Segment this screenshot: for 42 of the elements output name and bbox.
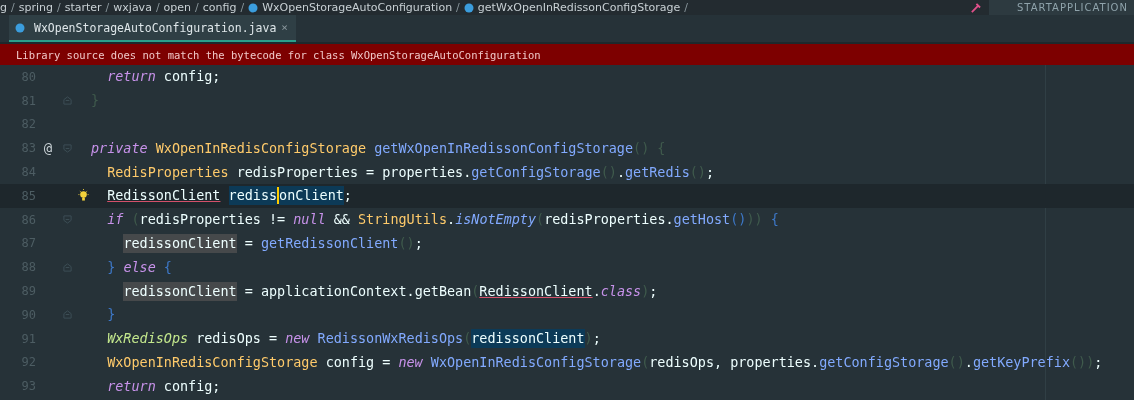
breadcrumb-item[interactable]: config [202,1,237,14]
code-line: WxRedisOps redisOps = new RedissonWxRedisOps(redissonClient); [106,329,601,349]
breadcrumb-separator: / [240,1,245,14]
breadcrumb-separator: / [456,1,460,14]
breadcrumb-item[interactable]: spring [18,1,53,14]
run-configuration-dropdown[interactable]: STARTAPPLICATION [989,0,1134,15]
lightbulb-icon[interactable] [77,189,89,203]
code-line: redissonClient = applicationContext.getBean(RedissonClient.class); [122,281,658,301]
breadcrumb-item[interactable]: getWxOpenInRedissonConfigStorage [477,1,681,14]
code-line: return config; [106,378,221,394]
breadcrumb-separator: / [56,1,61,14]
fold-icon[interactable] [63,96,72,106]
code-line: if (redisProperties != null && StringUtils.isNotEmpty(redisProperties.getHost())) { [106,212,779,228]
gutter-mark[interactable]: @ [43,140,53,157]
editor-tab[interactable]: WxOpenStorageAutoConfiguration.java × [9,15,296,42]
hammer-icon[interactable] [970,2,981,13]
code-line: RedissonClient rediss onClient; [106,186,352,206]
code-line: } else { [106,259,172,275]
breadcrumb-separator: / [105,1,110,14]
fold-icon[interactable] [63,143,72,153]
fold-icon[interactable] [63,215,72,225]
fold-icon[interactable] [63,310,72,320]
code-line: } [106,307,116,323]
breadcrumb-item[interactable]: g [0,1,7,14]
breadcrumb-item[interactable]: wxjava [113,1,152,14]
fold-icon[interactable] [63,262,72,272]
code-line: WxOpenInRedisConfigStorage config = new WxOpenInRedisConfigStorage(redisOps, properties.getConfigStorage().getKeyPrefix()); [106,354,1103,370]
code-line: private WxOpenInRedisConfigStorage getWxOpenInRedissonConfigStorage() { [91,140,666,156]
breadcrumb-item[interactable]: open [163,1,192,14]
breadcrumb-item[interactable]: starter [64,1,102,14]
code-line: redissonClient = getRedissonClient(); [122,233,423,253]
breadcrumb-separator: / [11,1,15,14]
java-class-icon [15,22,25,33]
code-line: return config; [106,69,221,85]
breadcrumb-separator: / [684,1,689,14]
warning-message: Library source does not match the bytecode for class WxOpenStorageAutoConfiguration [16,48,541,61]
code-line: RedisProperties redisProperties = properties.getConfigStorage().getRedis(); [106,164,714,180]
close-icon[interactable]: × [281,21,288,34]
breadcrumb-separator: / [155,1,160,14]
breadcrumb-separator: / [195,1,199,14]
breadcrumb-item[interactable]: WxOpenStorageAutoConfiguration [262,1,453,14]
code-line: } [91,93,100,109]
